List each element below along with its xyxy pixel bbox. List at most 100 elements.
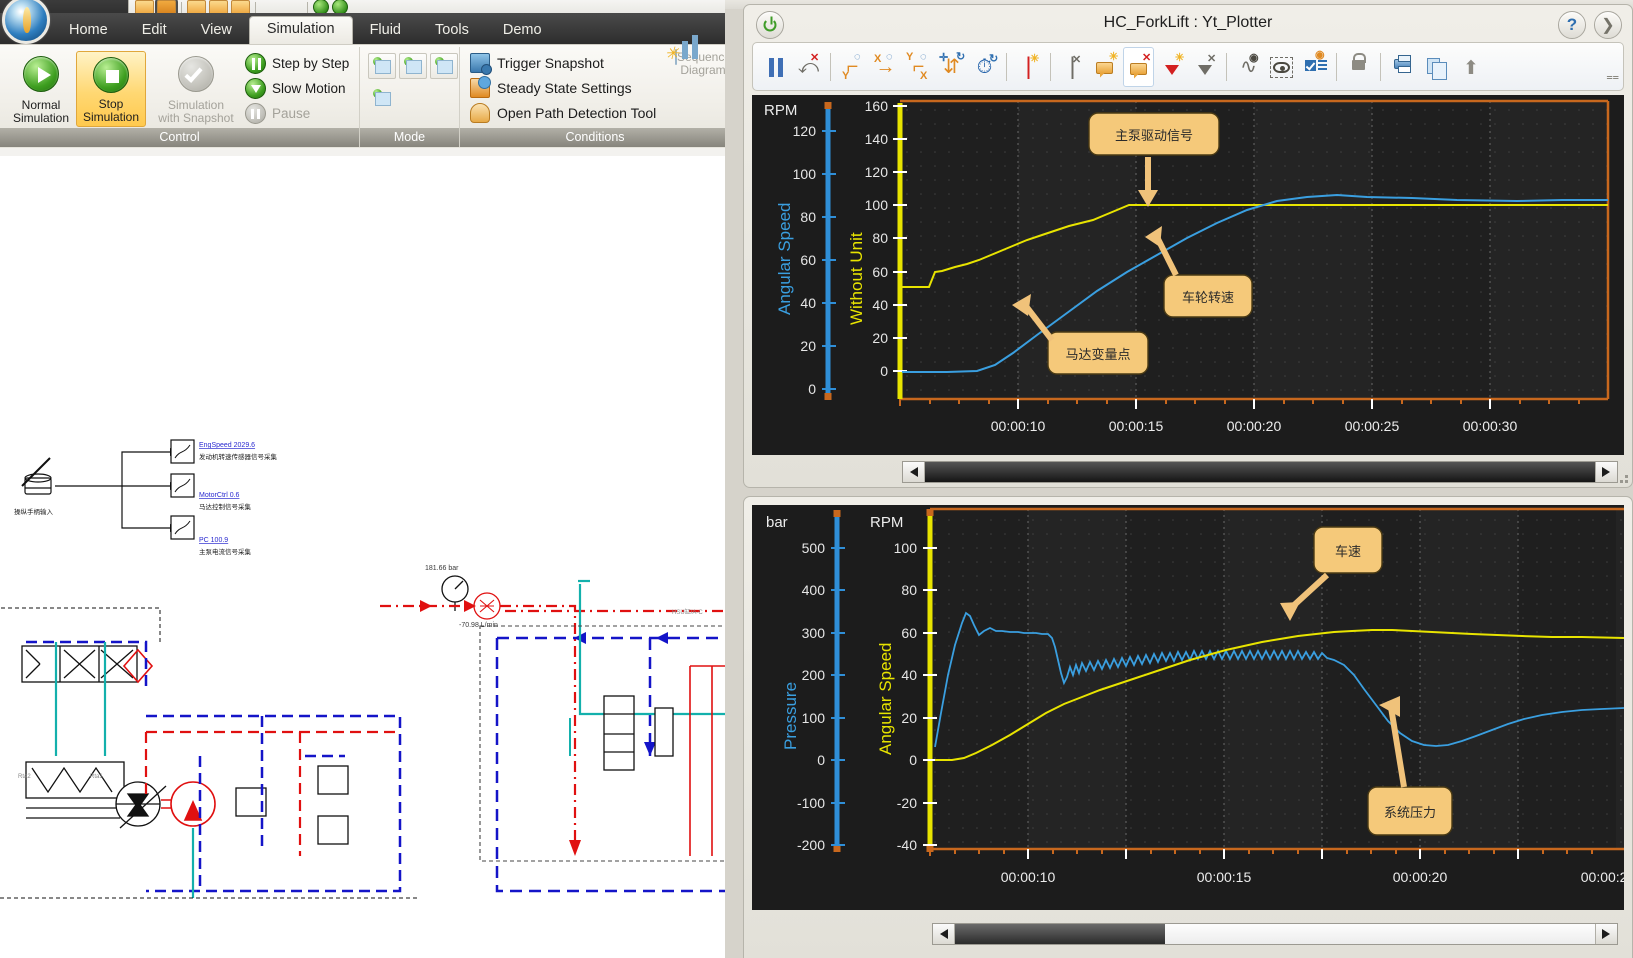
- export-arrow-icon: ⬆: [1463, 57, 1479, 79]
- check-icon: [178, 56, 214, 92]
- mode-option-1-icon[interactable]: [368, 53, 396, 79]
- marker-remove-x: ✕: [1072, 53, 1082, 66]
- mode-option-4-icon[interactable]: [368, 85, 396, 111]
- trigger-snapshot-icon: [470, 53, 492, 75]
- curve-eye-overlay: ◉: [1249, 51, 1259, 64]
- ribbon-group-control: Normal Simulation Stop Simulation Simula…: [0, 47, 360, 147]
- tab-view[interactable]: View: [184, 18, 249, 44]
- slow-motion-button[interactable]: Slow Motion: [245, 78, 346, 99]
- chart-top-scroll-right-button[interactable]: [1595, 462, 1617, 482]
- x-axis-label: X: [874, 52, 882, 65]
- ribbon-group-conditions: Trigger Snapshot Steady State Settings O…: [460, 45, 730, 147]
- stop-simulation-button[interactable]: Stop Simulation: [76, 51, 146, 127]
- chart-top[interactable]: RPM 120 100 80 60 40 20 0 Angular Speed …: [752, 95, 1624, 455]
- more-icon[interactable]: ⩵: [1606, 71, 1619, 84]
- curve-list-button[interactable]: ◉: [1299, 47, 1330, 87]
- simulation-with-snapshot-button[interactable]: Simulation with Snapshot: [148, 51, 244, 127]
- remove-marker-button[interactable]: | ✕: [1057, 47, 1088, 87]
- tab-tools[interactable]: Tools: [418, 18, 486, 44]
- chart-bottom-axis1-tick-400: 400: [802, 582, 826, 598]
- diagram-link-engspeed[interactable]: EngSpeed 2029.6: [199, 442, 255, 449]
- slow-motion-icon: [245, 78, 266, 99]
- steady-state-settings-button[interactable]: Steady State Settings: [470, 76, 632, 98]
- stop-icon: [93, 57, 129, 93]
- plotter-toolbar[interactable]: ⤺ ✕ ⌐ Y ◌ → X ◌ ⌐ Y X ◌ ⇵ ✛ ↻ ⏱ ↻ | ✳ | …: [752, 42, 1624, 91]
- tab-demo[interactable]: Demo: [486, 18, 559, 44]
- zoom-y-button[interactable]: ⌐ Y ◌: [837, 47, 868, 87]
- add-dropdown-button[interactable]: ✳: [1156, 47, 1187, 87]
- toolbar-sep-1: [830, 52, 831, 81]
- show-curve-points-button[interactable]: ∿ ◉: [1233, 47, 1264, 87]
- tab-simulation[interactable]: Simulation: [248, 16, 353, 44]
- zoom-window-button[interactable]: [1266, 47, 1297, 87]
- zoom-xy-button[interactable]: ⌐ Y X ◌: [903, 47, 934, 87]
- annotation-1-text: 主泵驱动信号: [1115, 129, 1193, 144]
- toolbar-sep-6: [1380, 52, 1381, 81]
- export-button[interactable]: ⬆: [1453, 47, 1484, 87]
- toolbar-sep-5: [1336, 52, 1337, 81]
- chart-top-scroll-track[interactable]: [925, 462, 1595, 482]
- reset-refresh: ↻: [989, 52, 999, 65]
- chart-top-hscrollbar[interactable]: [902, 461, 1618, 483]
- normal-simulation-button[interactable]: Normal Simulation: [6, 51, 76, 127]
- diagram-link-pc[interactable]: PC 100.9: [199, 537, 228, 544]
- lock-button[interactable]: [1343, 47, 1374, 87]
- conditions-group-body: Trigger Snapshot Steady State Settings O…: [460, 45, 730, 128]
- xy-x-label: X: [920, 69, 928, 82]
- chart-bottom[interactable]: bar 500 400 300 200 100 0 -100 -200 Pres…: [752, 505, 1624, 910]
- trigger-snapshot-button[interactable]: Trigger Snapshot: [470, 53, 604, 75]
- tab-edit[interactable]: Edit: [125, 18, 184, 44]
- zoom-x-button[interactable]: → X ◌: [870, 47, 901, 87]
- reset-time-button[interactable]: ⏱ ↻: [969, 47, 1000, 87]
- print-button[interactable]: [1387, 47, 1418, 87]
- control-group-title: Control: [0, 128, 359, 147]
- conditions-group-title: Conditions: [460, 128, 730, 147]
- remove-label-button[interactable]: ✕: [1123, 46, 1154, 87]
- delete-curve-button[interactable]: ⤺ ✕: [793, 47, 824, 87]
- dropdown-remove-icon: [1198, 64, 1212, 75]
- steady-state-icon: [470, 76, 491, 98]
- plotter-titlebar: HC_ForkLift : Yt_Plotter ? ❯: [744, 5, 1632, 43]
- control-group-body: Normal Simulation Stop Simulation Simula…: [0, 47, 359, 128]
- tab-fluid[interactable]: Fluid: [353, 18, 418, 44]
- diagram-link-motorctrl[interactable]: MotorCtrl 0.6: [199, 492, 240, 499]
- chart-top-axis1-tick-20: 20: [800, 338, 816, 354]
- toolbar-sep-3: [1050, 52, 1051, 81]
- chart-bottom-scroll-thumb[interactable]: [955, 924, 1165, 944]
- chart-bottom-scroll-left-button[interactable]: [933, 924, 955, 944]
- mode-option-3-icon[interactable]: [430, 53, 458, 79]
- chart-bottom-hscrollbar[interactable]: [932, 923, 1618, 945]
- open-path-detection-button[interactable]: Open Path Detection Tool: [470, 103, 656, 123]
- relief-valves: [235, 765, 349, 845]
- help-button[interactable]: ?: [1558, 11, 1586, 39]
- add-label-button[interactable]: ✳: [1090, 47, 1121, 87]
- step-by-step-button[interactable]: Step by Step: [245, 53, 349, 74]
- chart-top-axis2-tick-0: 0: [880, 363, 888, 379]
- tab-home[interactable]: Home: [52, 18, 125, 44]
- plotter-window-title: HC_ForkLift : Yt_Plotter: [1103, 14, 1273, 31]
- autoscale-button[interactable]: ⇵ ✛ ↻: [936, 47, 967, 87]
- hydraulic-diagram-canvas[interactable]: EngSpeed 2029.6 MotorCtrl 0.6 PC 100.9 发…: [0, 156, 730, 958]
- y-axis-label: Y: [842, 69, 850, 82]
- chart-top-axis2-tick-80: 80: [872, 230, 888, 246]
- plotter-panel-bottom: bar 500 400 300 200 100 0 -100 -200 Pres…: [743, 496, 1633, 958]
- next-button[interactable]: ❯: [1594, 11, 1622, 39]
- pause-button[interactable]: [760, 47, 791, 87]
- remove-dropdown-button[interactable]: ✕: [1189, 47, 1220, 87]
- curve-list-lines: [1318, 59, 1327, 71]
- copy-button[interactable]: [1420, 47, 1451, 87]
- sequence-diagram-button[interactable]: ✳ Sequence Diagram: [665, 45, 730, 77]
- resize-grip[interactable]: [1615, 470, 1629, 484]
- chart-top-scroll-left-button[interactable]: [903, 462, 925, 482]
- add-marker-button[interactable]: | ✳: [1013, 47, 1044, 87]
- padlock-icon: [1352, 52, 1366, 70]
- chart-top-axis2-tick-160: 160: [865, 98, 889, 114]
- chart-top-axis2-tick-100: 100: [865, 197, 889, 213]
- chart-top-axis1-tick-120: 120: [793, 123, 817, 139]
- chart-bottom-scroll-right-button[interactable]: [1595, 924, 1617, 944]
- diagram-block-text-1: 发动机转速传感器信号采集: [199, 452, 278, 461]
- mode-option-2-icon[interactable]: [399, 53, 427, 79]
- pause-button[interactable]: Pause: [245, 103, 310, 124]
- teal-drain-lines: [578, 579, 730, 716]
- cylinder-symbol: [25, 761, 125, 819]
